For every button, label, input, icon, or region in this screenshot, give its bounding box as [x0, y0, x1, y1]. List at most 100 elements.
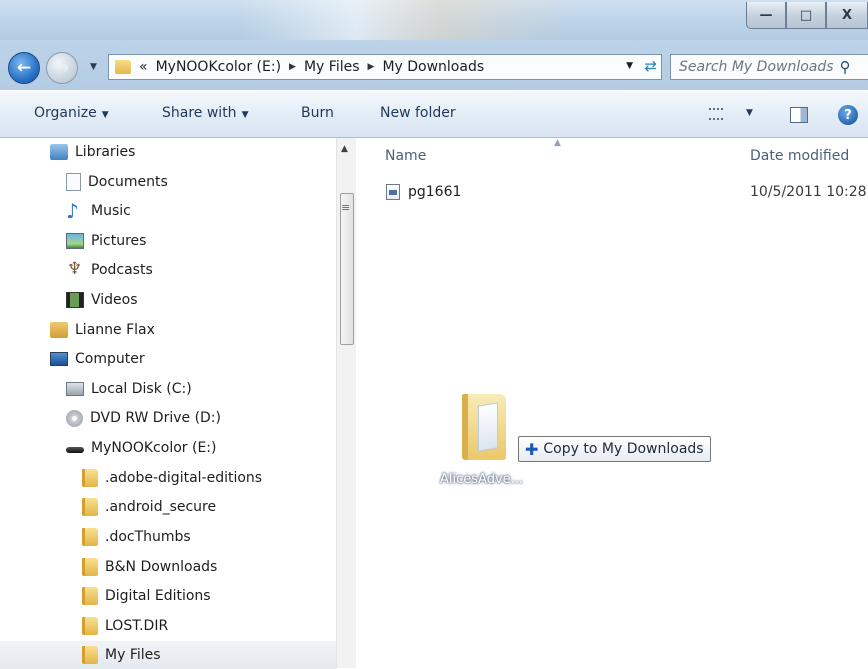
- chevron-down-icon: ▼: [241, 110, 249, 120]
- breadcrumb-item-my-downloads[interactable]: My Downloads: [382, 59, 484, 75]
- command-bar: Organize ▼ Share with ▼ Burn New folder ▼ …: [0, 90, 868, 138]
- breadcrumb-separator-icon[interactable]: ▶: [289, 62, 296, 72]
- tree-item-music[interactable]: Music: [66, 197, 131, 225]
- user-folder-icon: [50, 322, 68, 338]
- tree-item-label: B&N Downloads: [105, 559, 218, 575]
- breadcrumb-separator-icon[interactable]: ▶: [368, 62, 375, 72]
- address-row: ← → ▼ « MyNOOKcolor (E:) ▶ My Files ▶ My…: [0, 40, 868, 90]
- view-dropdown-icon[interactable]: ▼: [746, 108, 753, 118]
- maximize-icon: □: [799, 7, 813, 23]
- file-name: pg1661: [408, 184, 462, 200]
- refresh-icon[interactable]: ⇄: [644, 57, 657, 75]
- tree-item-label: .adobe-digital-editions: [105, 470, 263, 486]
- minimize-icon: —: [759, 7, 773, 23]
- tree-item-label: My Files: [105, 647, 161, 663]
- column-header-name[interactable]: Name: [385, 148, 426, 164]
- tree-item-docthumbs[interactable]: .docThumbs: [82, 523, 191, 551]
- tree-item-label: Libraries: [75, 144, 136, 160]
- scroll-up-icon[interactable]: ▲: [341, 144, 348, 154]
- tree-item-local-disk[interactable]: Local Disk (C:): [66, 375, 192, 403]
- tree-item-lost-dir[interactable]: LOST.DIR: [82, 612, 168, 640]
- address-dropdown-icon[interactable]: ▼: [626, 61, 633, 71]
- libraries-icon: [50, 144, 68, 160]
- minimize-button[interactable]: —: [746, 2, 786, 29]
- tree-item-label: .android_secure: [105, 499, 217, 515]
- folder-icon: [82, 558, 98, 576]
- sort-ascending-icon: ▲: [554, 138, 561, 148]
- pictures-icon: [66, 233, 84, 249]
- podcasts-icon: [66, 259, 84, 279]
- scroll-thumb[interactable]: [340, 193, 354, 345]
- dragged-folder-icon: [462, 394, 506, 460]
- search-box[interactable]: Search My Downloads ⚲: [670, 54, 868, 80]
- tree-item-digital-editions[interactable]: Digital Editions: [82, 582, 211, 610]
- drag-copy-tooltip: ✚ Copy to My Downloads: [518, 436, 711, 462]
- back-button[interactable]: ←: [8, 52, 40, 84]
- burn-label: Burn: [301, 105, 334, 121]
- tree-item-videos[interactable]: Videos: [66, 286, 138, 314]
- new-folder-button[interactable]: New folder: [380, 105, 456, 121]
- navigation-pane: Libraries Documents Music Pictures Podca…: [0, 138, 356, 669]
- tree-item-label: MyNOOKcolor (E:): [91, 440, 217, 456]
- breadcrumb-item-drive[interactable]: MyNOOKcolor (E:): [156, 59, 281, 75]
- tree-item-label: LOST.DIR: [105, 618, 169, 634]
- maximize-button[interactable]: □: [786, 2, 826, 29]
- scroll-grip-icon: ≡: [341, 201, 351, 214]
- tree-item-label: Local Disk (C:): [91, 381, 192, 397]
- tree-item-mynookcolor[interactable]: MyNOOKcolor (E:): [66, 434, 216, 462]
- tree-item-bn-downloads[interactable]: B&N Downloads: [82, 553, 217, 581]
- removable-drive-icon: [66, 447, 84, 453]
- close-button[interactable]: X: [826, 2, 868, 29]
- ebook-file-icon: [386, 184, 400, 200]
- share-with-label: Share with: [162, 105, 237, 121]
- organize-label: Organize: [34, 105, 97, 121]
- folder-icon: [115, 60, 131, 74]
- view-options-icon[interactable]: [709, 108, 723, 120]
- music-icon: [66, 199, 84, 223]
- tree-item-label: Videos: [91, 292, 138, 308]
- close-icon: X: [841, 7, 853, 23]
- title-bar-glow: [240, 0, 570, 40]
- breadcrumb-item-my-files[interactable]: My Files: [304, 59, 360, 75]
- forward-button[interactable]: →: [46, 52, 78, 84]
- file-row[interactable]: pg1661: [386, 184, 461, 200]
- file-list-pane: ▲ Name Date modified pg1661 10/5/2011 10…: [356, 138, 868, 668]
- preview-pane-icon[interactable]: [790, 107, 808, 123]
- folder-icon: [82, 646, 98, 664]
- navigation-scrollbar[interactable]: ▲ ≡: [336, 138, 356, 668]
- tree-item-label: DVD RW Drive (D:): [90, 410, 221, 426]
- folder-icon: [82, 587, 98, 605]
- tree-item-label: Music: [91, 203, 131, 219]
- recent-pages-dropdown[interactable]: ▼: [90, 62, 97, 72]
- search-input[interactable]: Search My Downloads: [679, 59, 834, 75]
- tree-item-android-secure[interactable]: .android_secure: [82, 493, 216, 521]
- tree-item-computer[interactable]: Computer: [50, 345, 145, 373]
- forward-arrow-icon: →: [54, 58, 70, 78]
- share-with-button[interactable]: Share with ▼: [162, 105, 248, 121]
- address-bar[interactable]: « MyNOOKcolor (E:) ▶ My Files ▶ My Downl…: [108, 54, 662, 80]
- tree-item-lianne-flax[interactable]: Lianne Flax: [50, 316, 155, 344]
- help-icon[interactable]: ?: [838, 105, 858, 125]
- tree-item-label: Computer: [75, 351, 145, 367]
- tree-item-label: .docThumbs: [105, 529, 191, 545]
- search-icon[interactable]: ⚲: [840, 58, 851, 76]
- organize-button[interactable]: Organize ▼: [34, 105, 109, 121]
- tree-item-pictures[interactable]: Pictures: [66, 227, 146, 255]
- tree-item-label: Digital Editions: [105, 588, 211, 604]
- tree-item-libraries[interactable]: Libraries: [50, 138, 135, 166]
- documents-icon: [66, 173, 81, 191]
- folder-icon: [82, 469, 98, 487]
- tree-item-label: Pictures: [91, 233, 147, 249]
- tree-item-podcasts[interactable]: Podcasts: [66, 256, 153, 284]
- tree-item-adobe-digital-editions[interactable]: .adobe-digital-editions: [82, 464, 262, 492]
- tree-item-my-files[interactable]: My Files: [0, 641, 336, 669]
- burn-button[interactable]: Burn: [301, 105, 334, 121]
- folder-icon: [82, 617, 98, 635]
- column-header-date-modified[interactable]: Date modified: [750, 148, 849, 164]
- tree-item-documents[interactable]: Documents: [66, 168, 168, 196]
- tree-item-dvd-drive[interactable]: DVD RW Drive (D:): [66, 404, 221, 432]
- folder-icon: [82, 498, 98, 516]
- file-date-modified: 10/5/2011 10:28: [750, 184, 867, 200]
- videos-icon: [66, 292, 84, 308]
- breadcrumb-overflow[interactable]: «: [139, 59, 148, 75]
